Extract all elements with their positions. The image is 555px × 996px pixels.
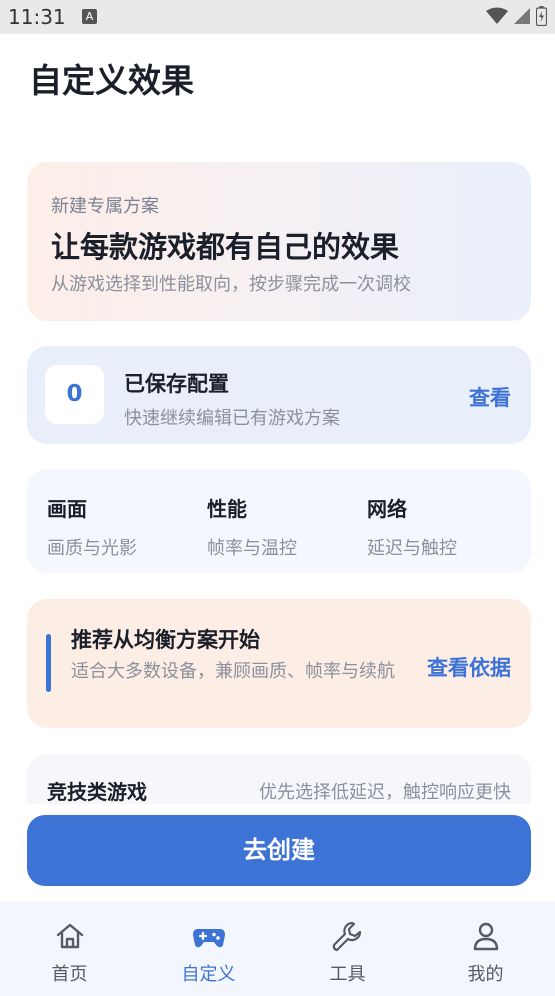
category-description: 延迟与触控 xyxy=(367,538,457,559)
tab-label: 我的 xyxy=(467,964,504,985)
competitive-title: 竞技类游戏 xyxy=(47,780,147,804)
competitive-games-card[interactable]: 竞技类游戏 优先选择低延迟，触控响应更快 xyxy=(27,754,531,804)
hero-card: 新建专属方案 让每款游戏都有自己的效果 从游戏选择到性能取向，按步骤完成一次调校 xyxy=(27,162,531,321)
categories-card: 画面 画质与光影 性能 帧率与温控 网络 延迟与触控 xyxy=(27,469,531,573)
wifi-icon xyxy=(486,7,508,24)
category-description: 画质与光影 xyxy=(47,538,137,559)
tab-custom[interactable]: 自定义 xyxy=(139,902,278,996)
hero-description: 从游戏选择到性能取向，按步骤完成一次调校 xyxy=(51,274,411,295)
category-description: 帧率与温控 xyxy=(207,538,297,559)
accent-bar xyxy=(46,634,51,692)
tab-label: 工具 xyxy=(329,964,366,985)
home-icon xyxy=(56,923,83,949)
recommendation-card: 推荐从均衡方案开始 适合大多数设备，兼顾画质、帧率与续航 查看依据 xyxy=(27,599,531,728)
tab-home[interactable]: 首页 xyxy=(0,902,139,996)
tab-label: 首页 xyxy=(51,964,88,985)
saved-count-badge: 0 xyxy=(45,365,104,424)
saved-configs-card[interactable]: 0 已保存配置 快速继续编辑已有游戏方案 查看 xyxy=(27,346,531,444)
status-bar: 11:31 A xyxy=(0,0,555,34)
bottom-tab-bar: 首页 自定义 工具 我的 xyxy=(0,902,555,996)
category-performance[interactable]: 性能 帧率与温控 xyxy=(207,493,297,560)
hero-title: 让每款游戏都有自己的效果 xyxy=(51,230,400,264)
category-title: 画面 xyxy=(47,497,87,521)
saved-configs-title: 已保存配置 xyxy=(124,372,229,396)
tab-mine[interactable]: 我的 xyxy=(416,902,555,996)
tab-tools[interactable]: 工具 xyxy=(278,902,417,996)
recommendation-title: 推荐从均衡方案开始 xyxy=(71,628,260,652)
tab-label: 自定义 xyxy=(181,964,236,985)
saved-configs-description: 快速继续编辑已有游戏方案 xyxy=(124,408,340,429)
wrench-icon xyxy=(332,921,361,952)
view-basis-link[interactable]: 查看依据 xyxy=(427,652,511,682)
create-button[interactable]: 去创建 xyxy=(27,815,531,886)
view-saved-link[interactable]: 查看 xyxy=(469,382,511,412)
gamepad-icon xyxy=(192,929,225,948)
status-time: 11:31 xyxy=(8,5,66,29)
person-icon xyxy=(473,922,498,951)
recommendation-description: 适合大多数设备，兼顾画质、帧率与续航 xyxy=(71,661,395,682)
signal-icon xyxy=(514,8,530,24)
category-title: 网络 xyxy=(367,497,407,521)
category-title: 性能 xyxy=(207,497,247,521)
hero-subtitle: 新建专属方案 xyxy=(51,196,159,217)
category-network[interactable]: 网络 延迟与触控 xyxy=(367,493,457,560)
category-graphics[interactable]: 画面 画质与光影 xyxy=(47,493,137,560)
battery-icon xyxy=(536,6,547,26)
page-title: 自定义效果 xyxy=(29,61,194,100)
status-icons xyxy=(486,6,547,26)
accessibility-badge-icon: A xyxy=(82,9,97,24)
competitive-description: 优先选择低延迟，触控响应更快 xyxy=(259,782,511,803)
